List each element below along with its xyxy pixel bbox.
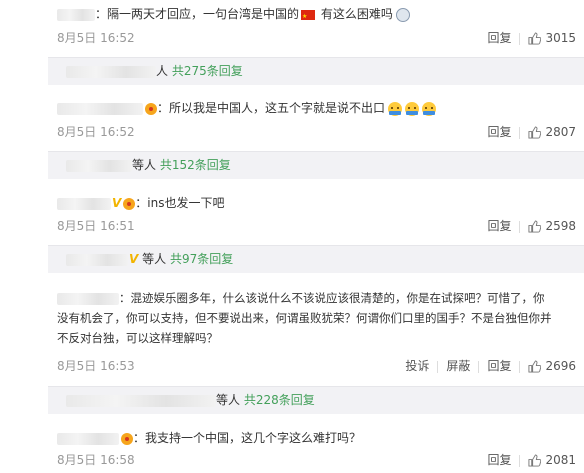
thumbs-up-icon[interactable] [528,220,542,233]
reply-summary-2[interactable]: 等人 共152条回复 [48,151,584,179]
comment-text: ：ins也发一下吧 [135,196,225,210]
replier-names-redacted [66,253,128,266]
reply-count-link[interactable]: 共97条回复 [170,252,233,266]
user-badge-icon [123,197,136,210]
comment-text: ：所以我是中国人，这五个字就是说不出口 [157,101,386,115]
emoji-icon [388,101,403,116]
comment-actions: 回复 3015 [479,30,576,46]
divider [519,126,521,139]
reply-summary-suffix: 等人 [216,393,241,407]
like-count: 2807 [545,125,576,139]
emoji-icon [405,101,420,116]
timestamp: 8月5日 16:58 [57,453,135,467]
thumbs-up-icon[interactable] [528,32,542,45]
comment-text-line: ：混迹娱乐圈多年，什么该说什么不该说应该很清楚的，你是在试探吧？可惜了，你 [119,291,545,305]
verified-badge-icon: V [112,196,122,210]
timestamp: 8月5日 16:52 [57,125,135,139]
reply-count-link[interactable]: 共275条回复 [172,64,243,78]
divider [519,454,521,467]
username-redacted[interactable] [57,102,143,115]
timestamp: 8月5日 16:53 [57,359,135,373]
thumbs-up-icon[interactable] [528,360,542,373]
comment-actions: 回复 2081 [479,452,576,468]
comment-body: ：所以我是中国人，这五个字就是说不出口 [57,98,437,118]
comment-body: V ：ins也发一下吧 [57,193,225,213]
block-button[interactable]: 屏蔽 [446,358,470,374]
comment-body: ：混迹娱乐圈多年，什么该说什么不该说应该很清楚的，你是在试探吧？可惜了，你 没有… [57,288,577,348]
thumbs-up-icon[interactable] [528,454,542,467]
grimace-emoji-icon [395,7,410,22]
reply-summary-3[interactable]: V 等人 共97条回复 [48,245,584,273]
username-redacted[interactable] [57,432,119,445]
divider [437,360,439,373]
reply-summary-suffix: 等人 [132,158,157,172]
like-count: 2598 [545,219,576,233]
comment-text: ：隔一两天才回应，一句台湾是中国的 [95,7,300,21]
username-redacted[interactable] [57,292,119,305]
reply-count-link[interactable]: 共228条回复 [244,393,315,407]
verified-badge-icon: V [129,252,139,266]
divider [519,220,521,233]
comment-text-line: 没有机会了，你可以支持，但不要说出来，何谓虽败犹荣？何谓你们口里的国手？不是台独… [57,311,552,325]
divider [519,360,521,373]
timestamp: 8月5日 16:51 [57,219,135,233]
comment-body: ：隔一两天才回应，一句台湾是中国的 有这么困难吗 [57,4,410,27]
flag-icon [301,7,316,27]
emoji-icon [422,101,437,116]
comment-actions: 投诉 屏蔽 回复 2696 [397,358,576,374]
reply-summary-suffix: 人 [156,64,169,78]
thumbs-up-icon[interactable] [528,126,542,139]
reply-summary-1[interactable]: 人 共275条回复 [48,57,584,85]
divider [478,360,480,373]
reply-button[interactable]: 回复 [487,358,511,374]
replier-names-redacted [66,394,216,407]
replier-names-redacted [66,159,132,172]
comment-text-line: 不反对台独，可以这样理解吗？ [57,331,218,345]
reply-button[interactable]: 回复 [487,30,511,46]
reply-summary-suffix: 等人 [142,252,167,266]
comment-actions: 回复 2807 [479,124,576,140]
username-redacted[interactable] [57,8,95,21]
like-count: 2081 [545,453,576,467]
divider [519,32,521,45]
username-redacted[interactable] [57,197,111,210]
comment-text-tail: 有这么困难吗 [317,7,393,21]
timestamp: 8月5日 16:52 [57,31,135,45]
comment-actions: 回复 2598 [479,218,576,234]
reply-button[interactable]: 回复 [487,452,511,468]
reply-button[interactable]: 回复 [487,218,511,234]
user-badge-icon [121,432,133,445]
replier-names-redacted [66,65,156,78]
like-count: 2696 [545,359,576,373]
reply-summary-4[interactable]: 等人 共228条回复 [48,386,584,414]
comment-text: ：我支持一个中国，这几个字这么难打吗？ [133,431,362,445]
comment-body: ：我支持一个中国，这几个字这么难打吗？ [57,428,361,448]
user-badge-icon [145,102,157,115]
report-button[interactable]: 投诉 [405,358,429,374]
reply-count-link[interactable]: 共152条回复 [160,158,231,172]
reply-button[interactable]: 回复 [487,124,511,140]
like-count: 3015 [545,31,576,45]
